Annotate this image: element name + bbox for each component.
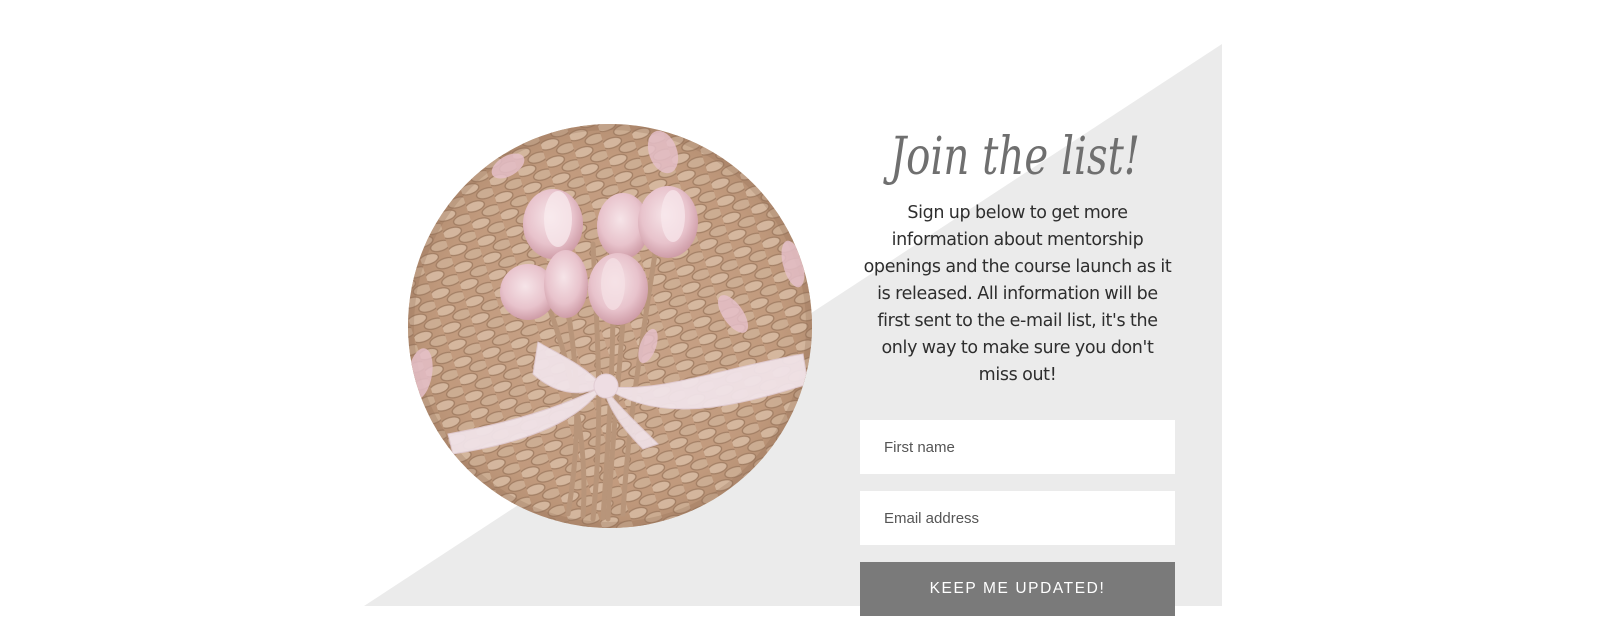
first-name-input[interactable] xyxy=(860,420,1175,474)
signup-description: Sign up below to get more information ab… xyxy=(863,203,1172,385)
email-input[interactable] xyxy=(860,491,1175,545)
join-list-heading: Join the list! xyxy=(883,127,1140,187)
tulip-bouquet-photo xyxy=(408,124,812,528)
signup-form: Join the list! Sign up below to get more… xyxy=(860,104,1175,616)
heading-text: Join the list! xyxy=(883,127,1140,187)
signup-section: Join the list! Sign up below to get more… xyxy=(0,0,1600,628)
keep-me-updated-button[interactable]: KEEP ME UPDATED! xyxy=(860,562,1175,616)
